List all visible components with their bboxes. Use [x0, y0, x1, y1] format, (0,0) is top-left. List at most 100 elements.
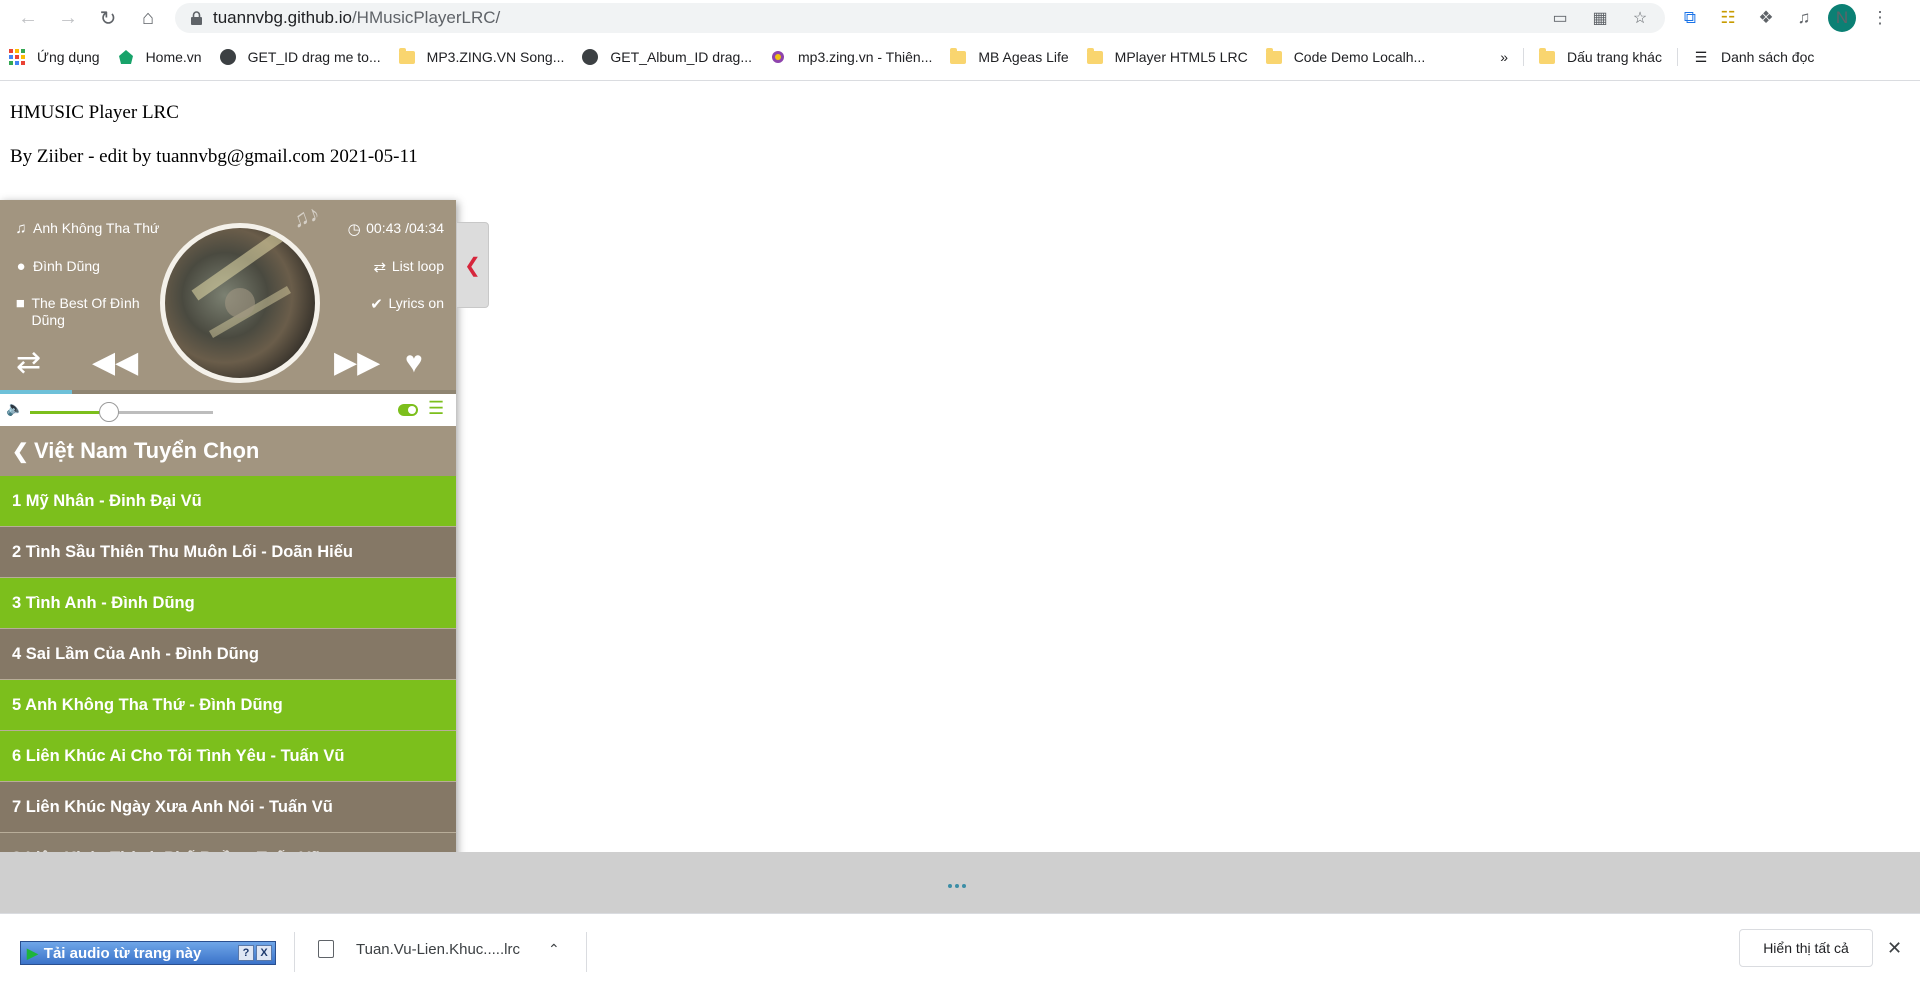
- reading-list-label: Danh sách đọc: [1720, 49, 1815, 65]
- album-cover-disc[interactable]: [160, 223, 320, 383]
- profile-avatar[interactable]: N: [1828, 4, 1856, 32]
- lyrics-toggle[interactable]: ✔ Lyrics on: [368, 295, 444, 313]
- bookmark-label: MP3.ZING.VN Song...: [426, 49, 565, 65]
- bookmark-homevn[interactable]: Home.vn: [109, 43, 211, 71]
- bookmark-mplayer[interactable]: MPlayer HTML5 LRC: [1078, 43, 1257, 71]
- download-filename: Tuan.Vu-Lien.Khuc.....lrc: [356, 940, 520, 958]
- url-text: tuannvbg.github.io/HMusicPlayerLRC/: [213, 8, 501, 27]
- song-title: ♫ Anh Không Tha Thứ: [13, 220, 159, 237]
- play-icon: ▶: [27, 944, 38, 961]
- play-center-icon: [225, 288, 255, 318]
- bookmark-mp3-zing-song[interactable]: MP3.ZING.VN Song...: [390, 43, 574, 71]
- divider: [1523, 48, 1525, 66]
- bookmark-mp3-zing-thien[interactable]: mp3.zing.vn - Thiên...: [761, 43, 941, 71]
- home-vn-icon: [117, 48, 135, 66]
- media-control-icon[interactable]: ♫: [1790, 4, 1818, 32]
- player-collapse-tab[interactable]: ❮: [456, 222, 489, 308]
- more-bookmarks-button[interactable]: »: [1492, 43, 1517, 71]
- next-track-icon[interactable]: ▶▶: [334, 348, 380, 378]
- bookmark-label: MB Ageas Life: [978, 49, 1069, 65]
- home-icon[interactable]: ⌂: [128, 0, 168, 36]
- track-item[interactable]: 1 Mỹ Nhân - Đinh Đại Vũ: [0, 476, 456, 527]
- bookmark-label: mp3.zing.vn - Thiên...: [798, 49, 933, 65]
- track-item[interactable]: 5 Anh Không Tha Thứ - Đình Dũng: [0, 680, 456, 731]
- volume-icon[interactable]: 🔈: [6, 400, 23, 417]
- more-label: »: [1500, 49, 1509, 65]
- previous-track-icon[interactable]: ◀◀: [92, 348, 138, 378]
- piano-extension-icon[interactable]: ☷: [1714, 4, 1742, 32]
- track-item[interactable]: 4 Sai Lầm Của Anh - Đình Dũng: [0, 629, 456, 680]
- file-icon: [318, 940, 334, 958]
- bookmark-get-id[interactable]: GET_ID drag me to...: [211, 43, 390, 71]
- lyrics-toggle-switch[interactable]: [398, 404, 418, 416]
- other-bookmarks[interactable]: Dấu trang khác: [1530, 43, 1671, 71]
- globe-icon: [219, 48, 237, 66]
- bookmark-get-album-id[interactable]: GET_Album_ID drag...: [573, 43, 761, 71]
- bookmark-label: Code Demo Localh...: [1293, 49, 1426, 65]
- cast-icon[interactable]: ▭: [1549, 7, 1571, 29]
- folder-icon: [949, 47, 967, 66]
- user-icon: ●: [16, 258, 26, 275]
- address-bar[interactable]: tuannvbg.github.io/HMusicPlayerLRC/ ▭ ▦ …: [175, 3, 1665, 33]
- chevron-left-icon[interactable]: ❮: [12, 439, 29, 464]
- reading-list[interactable]: ☰ Danh sách đọc: [1684, 43, 1823, 71]
- clock-icon: ◷: [347, 221, 361, 238]
- puzzle-extensions-icon[interactable]: ❖: [1752, 4, 1780, 32]
- zing-icon: [769, 48, 787, 66]
- bookmark-mb-ageas[interactable]: MB Ageas Life: [941, 43, 1077, 71]
- track-item[interactable]: 7 Liên Khúc Ngày Xưa Anh Nói - Tuấn Vũ: [0, 782, 456, 833]
- lyrics-text: Lyrics on: [388, 295, 444, 311]
- more-menu-icon[interactable]: ⋮: [1866, 4, 1894, 32]
- star-bookmark-icon[interactable]: ☆: [1629, 7, 1651, 29]
- divider: [586, 932, 587, 972]
- back-arrow-icon[interactable]: ←: [8, 0, 48, 36]
- close-audio-button[interactable]: X: [256, 945, 272, 961]
- reading-list-icon: ☰: [1694, 48, 1708, 65]
- volume-fill: [30, 411, 109, 414]
- page-subtitle: By Ziiber - edit by tuannvbg@gmail.com 2…: [10, 146, 418, 167]
- bookmark-code-demo[interactable]: Code Demo Localh...: [1257, 43, 1435, 71]
- track-label: 2 Tình Sầu Thiên Thu Muôn Lối - Doãn Hiế…: [12, 542, 353, 561]
- forward-arrow-icon[interactable]: →: [48, 0, 88, 36]
- screenshot-extension-icon[interactable]: ⧉: [1676, 4, 1704, 32]
- bookmark-label: Home.vn: [145, 49, 202, 65]
- divider: [0, 80, 1920, 81]
- volume-knob[interactable]: [98, 402, 119, 422]
- divider: [294, 932, 295, 972]
- lock-icon: [189, 11, 203, 25]
- album-text: The Best Of Đình Dũng: [31, 295, 140, 328]
- song-artist: ● Đình Dũng: [13, 258, 99, 275]
- page-title: HMUSIC Player LRC: [10, 102, 179, 123]
- translate-icon[interactable]: ▦: [1589, 7, 1611, 29]
- track-label: 3 Tình Anh - Đình Dũng: [12, 593, 195, 612]
- bookmark-apps[interactable]: Ứng dụng: [0, 43, 109, 71]
- other-bookmarks-label: Dấu trang khác: [1567, 49, 1662, 65]
- song-title-text: Anh Không Tha Thứ: [33, 220, 160, 236]
- player-header: ♫ Anh Không Tha Thứ ● Đình Dũng ■ The Be…: [0, 200, 456, 390]
- volume-slider[interactable]: [30, 402, 213, 422]
- track-item[interactable]: 2 Tình Sầu Thiên Thu Muôn Lối - Doãn Hiế…: [0, 527, 456, 578]
- chevron-up-icon[interactable]: ⌃: [548, 941, 560, 958]
- download-audio-label: Tải audio từ trang này: [43, 944, 202, 962]
- download-audio-button[interactable]: ▶ Tải audio từ trang này ? X: [20, 941, 276, 965]
- check-circle-icon: ✔: [370, 296, 383, 313]
- apps-grid-icon: [8, 48, 26, 66]
- folder-icon: ■: [15, 295, 25, 312]
- playlist-header[interactable]: ❮ Việt Nam Tuyển Chọn: [0, 426, 456, 476]
- help-button[interactable]: ?: [238, 945, 254, 961]
- show-all-downloads-button[interactable]: Hiển thị tất cả: [1739, 929, 1873, 967]
- reload-icon[interactable]: ↻: [88, 0, 128, 36]
- download-shelf: ▶ Tải audio từ trang này ? X Tuan.Vu-Lie…: [0, 913, 1920, 986]
- heart-favorite-icon[interactable]: ♥: [405, 348, 423, 378]
- track-item[interactable]: 3 Tình Anh - Đình Dũng: [0, 578, 456, 629]
- download-item[interactable]: Tuan.Vu-Lien.Khuc.....lrc ⌃: [318, 940, 560, 958]
- playlist-menu-icon[interactable]: ☰: [428, 398, 444, 419]
- shuffle-repeat-icon[interactable]: ⇄: [16, 348, 41, 378]
- volume-bar: 🔈 ☰: [0, 394, 456, 426]
- track-label: 7 Liên Khúc Ngày Xưa Anh Nói - Tuấn Vũ: [12, 797, 333, 816]
- track-item[interactable]: 6 Liên Khúc Ai Cho Tôi Tình Yêu - Tuấn V…: [0, 731, 456, 782]
- loop-icon: ⇄: [373, 259, 387, 276]
- loop-mode-toggle[interactable]: ⇄ List loop: [372, 258, 444, 276]
- close-icon[interactable]: ✕: [1887, 938, 1902, 959]
- bookmark-label: GET_Album_ID drag...: [610, 49, 752, 65]
